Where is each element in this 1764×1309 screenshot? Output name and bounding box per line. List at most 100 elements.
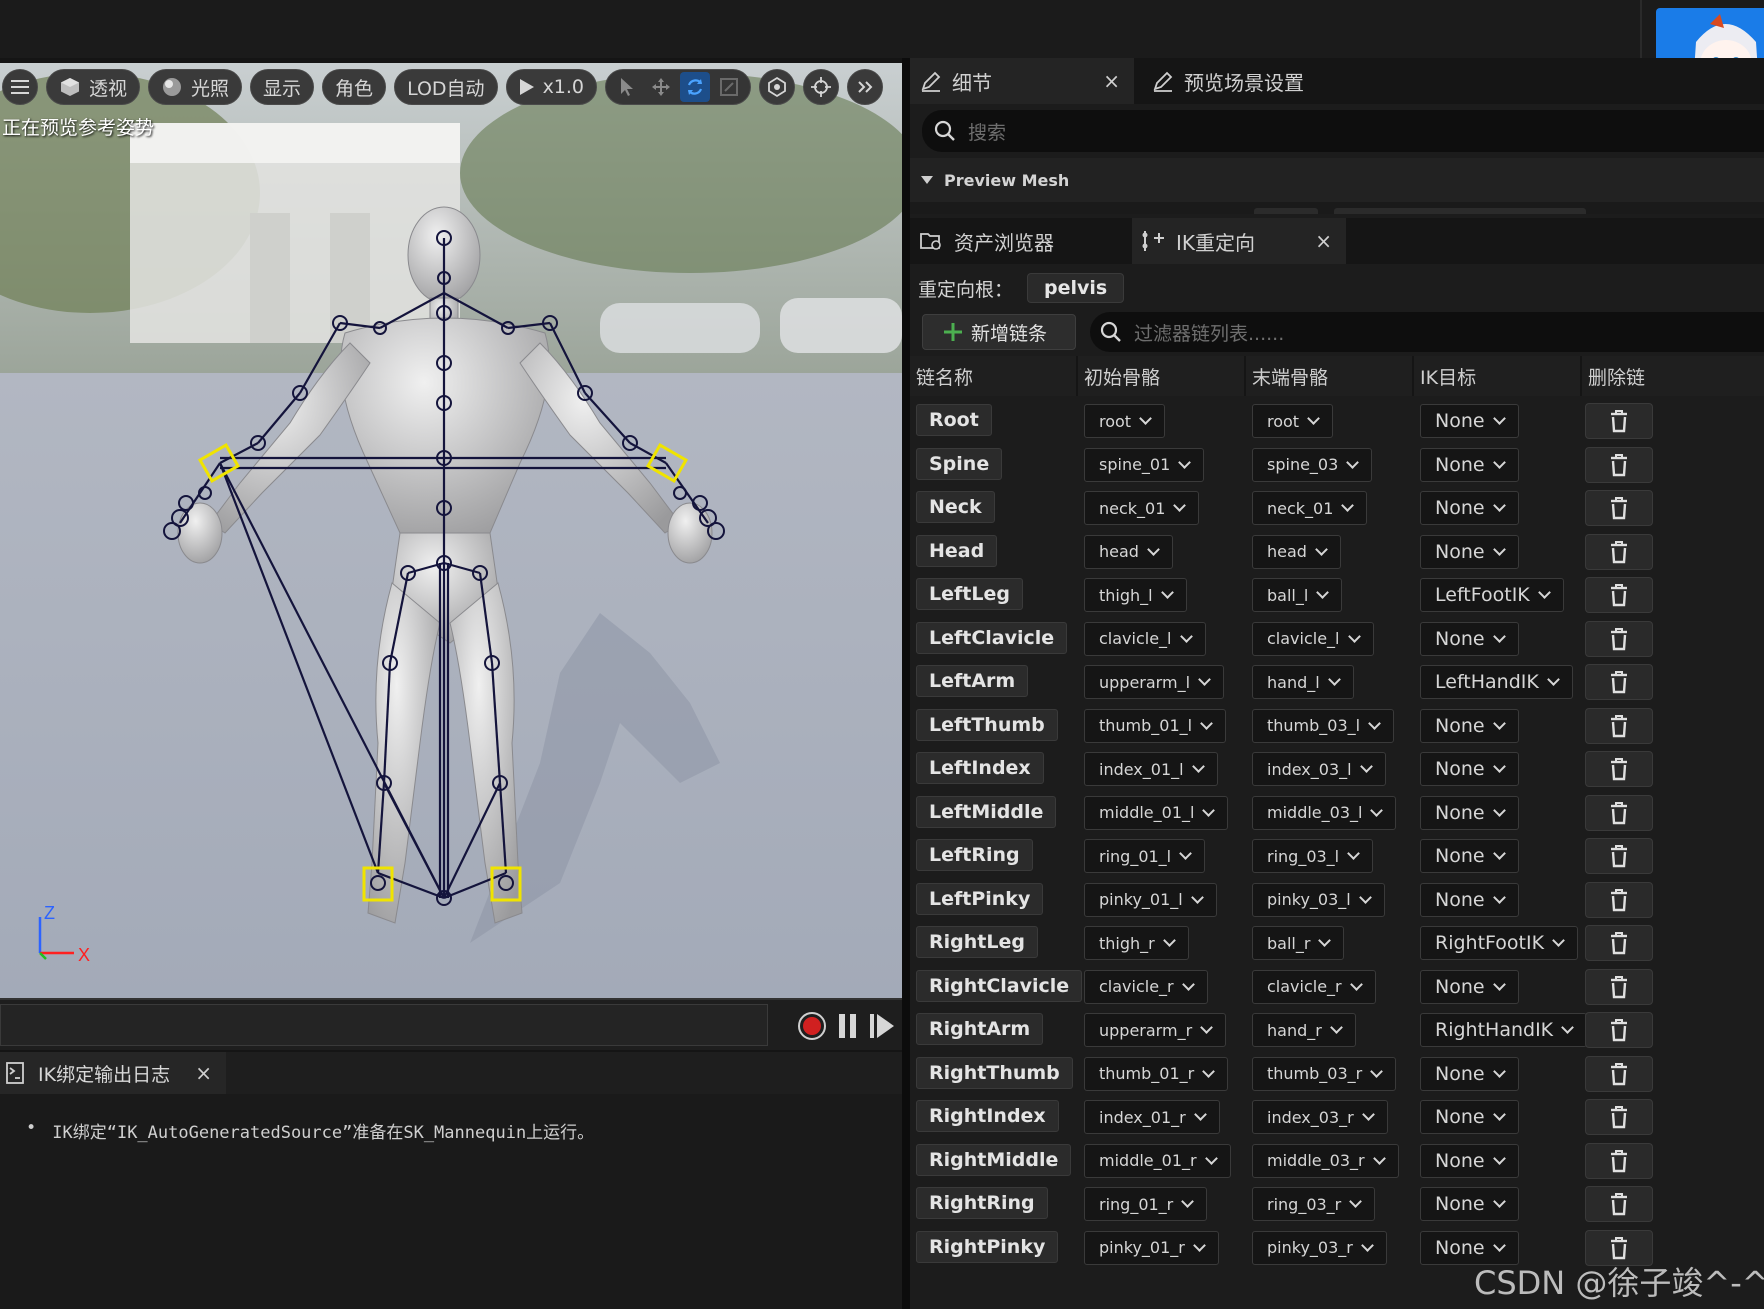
- close-icon[interactable]: ×: [195, 1061, 212, 1085]
- start-bone-dropdown[interactable]: upperarm_l: [1084, 665, 1225, 699]
- delete-chain-button[interactable]: [1585, 1186, 1653, 1222]
- pause-button[interactable]: [836, 1008, 860, 1044]
- chain-name[interactable]: RightThumb: [916, 1056, 1073, 1089]
- end-bone-dropdown[interactable]: ring_03_l: [1252, 839, 1374, 873]
- end-bone-dropdown[interactable]: thumb_03_l: [1252, 708, 1395, 743]
- start-bone-dropdown[interactable]: clavicle_l: [1084, 621, 1206, 656]
- end-bone-dropdown[interactable]: index_03_l: [1252, 752, 1386, 786]
- add-chain-button[interactable]: 新增链条: [922, 314, 1076, 350]
- delete-chain-button[interactable]: [1585, 490, 1653, 526]
- delete-chain-button[interactable]: [1585, 446, 1653, 483]
- start-bone-dropdown[interactable]: thigh_l: [1084, 578, 1187, 612]
- delete-chain-button[interactable]: [1585, 838, 1653, 874]
- mesh-thumbnail[interactable]: [1254, 208, 1318, 214]
- timeline-track[interactable]: [0, 1004, 768, 1046]
- preview-mesh-section[interactable]: Preview Mesh: [910, 158, 1764, 202]
- ik-goal-dropdown[interactable]: None: [1420, 491, 1519, 525]
- end-bone-dropdown[interactable]: pinky_03_l: [1252, 882, 1385, 917]
- ik-goal-dropdown[interactable]: None: [1420, 1187, 1519, 1221]
- tab-asset-browser[interactable]: 资产浏览器: [910, 218, 1126, 264]
- chain-name[interactable]: Spine: [916, 447, 1003, 480]
- more-options-button[interactable]: [847, 69, 884, 105]
- ik-goal-dropdown[interactable]: None: [1420, 795, 1519, 830]
- delete-chain-button[interactable]: [1585, 751, 1653, 787]
- select-tool[interactable]: [612, 72, 642, 102]
- start-bone-dropdown[interactable]: ring_01_r: [1084, 1187, 1208, 1221]
- delete-chain-button[interactable]: [1585, 881, 1653, 918]
- close-icon[interactable]: ×: [1103, 69, 1120, 93]
- delete-chain-button[interactable]: [1585, 533, 1653, 570]
- end-bone-dropdown[interactable]: ball_r: [1252, 926, 1345, 960]
- playback-speed-button[interactable]: x1.0: [505, 69, 598, 105]
- end-bone-dropdown[interactable]: thumb_03_r: [1252, 1056, 1397, 1091]
- chain-name[interactable]: LeftPinky: [916, 882, 1044, 915]
- delete-chain-button[interactable]: [1585, 968, 1653, 1005]
- chain-name[interactable]: RightClavicle: [916, 969, 1083, 1002]
- snap-button[interactable]: [803, 69, 840, 105]
- end-bone-dropdown[interactable]: ball_l: [1252, 578, 1343, 612]
- record-button[interactable]: [796, 1008, 828, 1044]
- ik-goal-dropdown[interactable]: LeftFootIK: [1420, 578, 1564, 612]
- end-bone-dropdown[interactable]: pinky_03_r: [1252, 1230, 1387, 1265]
- chain-name[interactable]: LeftMiddle: [916, 795, 1057, 828]
- ik-goal-dropdown[interactable]: None: [1420, 621, 1519, 656]
- end-bone-dropdown[interactable]: hand_l: [1252, 665, 1354, 699]
- chain-name[interactable]: LeftArm: [916, 665, 1029, 697]
- panel-splitter[interactable]: [902, 58, 910, 1309]
- step-forward-button[interactable]: [868, 1008, 896, 1044]
- end-bone-dropdown[interactable]: hand_r: [1252, 1013, 1356, 1047]
- lighting-button[interactable]: 光照: [148, 69, 243, 105]
- start-bone-dropdown[interactable]: thumb_01_l: [1084, 708, 1227, 743]
- start-bone-dropdown[interactable]: pinky_01_l: [1084, 882, 1217, 917]
- start-bone-dropdown[interactable]: index_01_l: [1084, 752, 1218, 786]
- ik-goal-dropdown[interactable]: None: [1420, 404, 1519, 438]
- ik-goal-dropdown[interactable]: None: [1420, 1056, 1519, 1091]
- end-bone-dropdown[interactable]: root: [1252, 404, 1334, 438]
- chain-name[interactable]: RightIndex: [916, 1100, 1059, 1132]
- delete-chain-button[interactable]: [1585, 577, 1653, 613]
- ik-goal-dropdown[interactable]: None: [1420, 839, 1519, 873]
- delete-chain-button[interactable]: [1585, 1012, 1653, 1048]
- end-bone-dropdown[interactable]: middle_03_l: [1252, 795, 1397, 830]
- mesh-asset-picker[interactable]: [1334, 208, 1586, 214]
- preview-viewport[interactable]: 透视 光照 显示 角色 LOD自动 x1.0 正在预览参考姿势 Z X: [0, 63, 902, 998]
- delete-chain-button[interactable]: [1585, 403, 1653, 439]
- start-bone-dropdown[interactable]: root: [1084, 404, 1166, 438]
- end-bone-dropdown[interactable]: index_03_r: [1252, 1100, 1388, 1134]
- end-bone-dropdown[interactable]: head: [1252, 534, 1341, 569]
- delete-chain-button[interactable]: [1585, 620, 1653, 657]
- chain-name[interactable]: LeftIndex: [916, 752, 1044, 784]
- end-bone-dropdown[interactable]: clavicle_l: [1252, 621, 1374, 656]
- delete-chain-button[interactable]: [1585, 1055, 1653, 1092]
- ik-goal-dropdown[interactable]: None: [1420, 1143, 1519, 1178]
- ik-goal-dropdown[interactable]: RightHandIK: [1420, 1013, 1588, 1047]
- perspective-button[interactable]: 透视: [46, 69, 141, 105]
- scale-tool[interactable]: [714, 72, 744, 102]
- start-bone-dropdown[interactable]: head: [1084, 534, 1173, 569]
- ik-goal-dropdown[interactable]: None: [1420, 447, 1519, 482]
- start-bone-dropdown[interactable]: thumb_01_r: [1084, 1056, 1229, 1091]
- show-button[interactable]: 显示: [250, 69, 315, 105]
- end-bone-dropdown[interactable]: middle_03_r: [1252, 1143, 1399, 1178]
- start-bone-dropdown[interactable]: neck_01: [1084, 491, 1200, 525]
- delete-chain-button[interactable]: [1585, 707, 1653, 744]
- character-button[interactable]: 角色: [322, 69, 387, 105]
- rotate-tool[interactable]: [680, 72, 711, 102]
- delete-chain-button[interactable]: [1585, 794, 1653, 831]
- lod-button[interactable]: LOD自动: [394, 69, 498, 105]
- chain-name[interactable]: RightPinky: [916, 1230, 1059, 1263]
- chain-name[interactable]: LeftRing: [916, 839, 1033, 871]
- end-bone-dropdown[interactable]: ring_03_r: [1252, 1187, 1376, 1221]
- chain-name[interactable]: LeftClavicle: [916, 621, 1068, 654]
- start-bone-dropdown[interactable]: pinky_01_r: [1084, 1230, 1219, 1265]
- ik-goal-dropdown[interactable]: None: [1420, 708, 1519, 743]
- start-bone-dropdown[interactable]: middle_01_r: [1084, 1143, 1231, 1178]
- delete-chain-button[interactable]: [1585, 664, 1653, 700]
- end-bone-dropdown[interactable]: spine_03: [1252, 447, 1373, 482]
- chain-name[interactable]: Root: [916, 404, 992, 436]
- chain-name[interactable]: RightRing: [916, 1187, 1048, 1219]
- ik-goal-dropdown[interactable]: LeftHandIK: [1420, 665, 1573, 699]
- start-bone-dropdown[interactable]: middle_01_l: [1084, 795, 1229, 830]
- ik-goal-dropdown[interactable]: None: [1420, 534, 1519, 569]
- ik-goal-dropdown[interactable]: None: [1420, 1100, 1519, 1134]
